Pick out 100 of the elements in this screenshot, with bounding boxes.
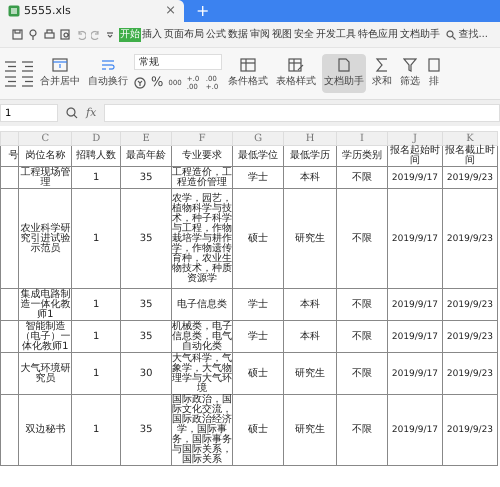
table-cell: 本科: [284, 320, 337, 352]
menu-tab[interactable]: 特色应用: [357, 28, 399, 42]
filter-button[interactable]: 筛选: [398, 54, 422, 93]
wrap-text-button[interactable]: 自动换行: [86, 54, 130, 93]
table-cell: 大气科学，气象学，大气物理学与大气环境: [172, 352, 233, 394]
table-cell: 2019/9/17: [387, 188, 442, 288]
table-cell: 不限: [336, 394, 388, 466]
document-icon: [337, 58, 351, 72]
table-header-cell: 岗位名称: [18, 146, 72, 166]
table-cell: 本科: [284, 166, 337, 188]
table-cell: 双边秘书: [18, 394, 72, 466]
close-tab-button[interactable]: ×: [165, 1, 176, 21]
table-cell: 2019/9/23: [442, 188, 498, 288]
table-cell: 工程造价，工程造价管理: [172, 166, 233, 188]
document-assistant-button[interactable]: 文档助手: [322, 54, 366, 93]
file-tab[interactable]: 5555.xls ×: [0, 0, 184, 22]
table-cell: 不限: [336, 188, 388, 288]
table-cell: 2019/9/17: [387, 352, 442, 394]
table-cell: 不限: [336, 288, 388, 320]
table-cell: 研究生: [284, 352, 337, 394]
indent-decrease-icon[interactable]: [4, 60, 17, 72]
zoom-icon[interactable]: [66, 107, 78, 119]
table-cell: 1: [72, 188, 121, 288]
table-cell: 1: [72, 166, 121, 188]
print-icon[interactable]: [44, 29, 55, 40]
table-cell: 1: [72, 352, 121, 394]
column-header[interactable]: G: [232, 132, 284, 146]
table-cell: 硕士: [232, 352, 284, 394]
table-cell: 硕士: [232, 394, 284, 466]
table-header-cell: 最低学历: [284, 146, 337, 166]
conditional-format-button[interactable]: 条件格式: [226, 54, 270, 93]
menu-tab[interactable]: 页面布局: [163, 28, 205, 42]
column-header[interactable]: E: [120, 132, 172, 146]
number-format-dropdown[interactable]: 常规: [134, 54, 222, 70]
column-header[interactable]: F: [172, 132, 233, 146]
percent-button[interactable]: %: [151, 73, 164, 93]
table-cell: 集成电路制造一体化教师1: [18, 288, 72, 320]
table-header-cell: 号: [0, 146, 19, 166]
menu-tab[interactable]: 插入: [141, 28, 163, 42]
table-header-cell: 报名起始时间: [387, 146, 442, 166]
merge-center-button[interactable]: 合并居中: [38, 54, 82, 93]
distributed-align-icon[interactable]: [21, 76, 34, 86]
spreadsheet-icon: [8, 5, 20, 17]
table-cell: 2019/9/17: [387, 320, 442, 352]
column-header[interactable]: K: [442, 132, 498, 146]
print-preview-icon[interactable]: [60, 29, 71, 40]
indent-increase-icon[interactable]: [21, 60, 34, 72]
table-header-cell: 报名截止时间: [442, 146, 498, 166]
formula-input[interactable]: [104, 104, 500, 122]
table-cell: 学士: [232, 166, 284, 188]
table-cell: 1: [72, 394, 121, 466]
sigma-icon: [375, 58, 389, 72]
table-header-cell: 学历类别: [336, 146, 388, 166]
table-cell: 2019/9/23: [442, 288, 498, 320]
table-cell: 学士: [232, 320, 284, 352]
menu-tab[interactable]: 公式: [205, 28, 227, 42]
justify-icon[interactable]: [4, 76, 17, 86]
table-cell: 不限: [336, 166, 388, 188]
menu-tab[interactable]: 视图: [271, 28, 293, 42]
table-cell: 电子信息类: [172, 288, 233, 320]
table-cell: 农业科学研究引进试验示范员: [18, 188, 72, 288]
column-header[interactable]: C: [18, 132, 72, 146]
table-cell: 硕士: [232, 188, 284, 288]
new-tab-button[interactable]: +: [184, 0, 222, 22]
currency-icon[interactable]: [134, 77, 146, 89]
name-box[interactable]: 1: [0, 104, 58, 122]
merge-cells-icon: [52, 58, 68, 72]
function-button[interactable]: fx: [86, 104, 96, 122]
table-cell: 2019/9/17: [387, 394, 442, 466]
table-header-cell: 最高年龄: [120, 146, 172, 166]
table-cell: 机械类，电子信息类，电气自动化类: [172, 320, 233, 352]
table-style-button[interactable]: 表格样式: [274, 54, 318, 93]
save-icon[interactable]: [12, 29, 23, 40]
table-cell: 2019/9/23: [442, 394, 498, 466]
table-cell: 2019/9/17: [387, 166, 442, 188]
table-cell: 不限: [336, 352, 388, 394]
menu-tab[interactable]: 文档助手: [399, 28, 441, 42]
column-header[interactable]: D: [72, 132, 121, 146]
sum-button[interactable]: 求和: [370, 54, 394, 93]
table-cell: 1: [72, 320, 121, 352]
table-header-cell: 招聘人数: [72, 146, 121, 166]
wrap-text-icon: [100, 58, 116, 72]
sort-button[interactable]: 排: [426, 54, 442, 93]
table-cell: 大气环境研究员: [18, 352, 72, 394]
dropdown-icon[interactable]: [106, 30, 114, 38]
menu-tab[interactable]: 审阅: [249, 28, 271, 42]
menu-tab[interactable]: 数据: [227, 28, 249, 42]
column-header[interactable]: I: [336, 132, 388, 146]
menu-tab[interactable]: 安全: [293, 28, 315, 42]
table-cell: 不限: [336, 320, 388, 352]
filter-icon: [403, 58, 417, 72]
search-field[interactable]: 查找...: [458, 27, 488, 42]
table-cell: 国际政治，国际文化交流，国际政治经济学，国际事务，国际事务与国际关系，国际关系: [172, 394, 233, 466]
table-cell: 35: [120, 188, 172, 288]
table-cell: 农学，园艺，植物科学与技术，种子科学与工程，作物栽培学与耕作学，作物遗传育种，农业生物技术，种质资源学: [172, 188, 233, 288]
table-cell: 学士: [232, 288, 284, 320]
column-header[interactable]: J: [387, 132, 442, 146]
table-icon: [240, 58, 256, 72]
column-header[interactable]: H: [284, 132, 337, 146]
menu-tab[interactable]: 开发工具: [315, 28, 357, 42]
